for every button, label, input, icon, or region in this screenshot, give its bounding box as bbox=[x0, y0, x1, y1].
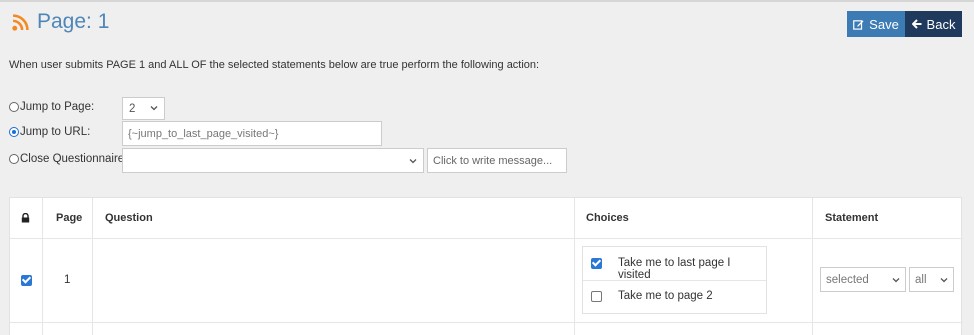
lock-header bbox=[21, 198, 30, 238]
column-header-statement: Statement bbox=[825, 212, 879, 224]
choices-list: Take me to last page I visited Take me t… bbox=[582, 246, 767, 314]
choice-label: Take me to last page I visited bbox=[618, 257, 731, 281]
close-questionnaire-select[interactable] bbox=[122, 148, 424, 173]
jump-to-url-label: Jump to URL: bbox=[20, 126, 91, 138]
scope-select[interactable]: all bbox=[909, 267, 954, 292]
jump-to-page-option[interactable]: Jump to Page: bbox=[9, 101, 94, 113]
message-input[interactable]: Click to write message... bbox=[427, 148, 567, 173]
instruction-text: When user submits PAGE 1 and ALL OF the … bbox=[9, 59, 540, 71]
back-button-label: Back bbox=[926, 16, 956, 32]
save-button-label: Save bbox=[869, 16, 899, 32]
statement-select[interactable]: selected bbox=[820, 267, 906, 292]
jump-to-page-label: Jump to Page: bbox=[20, 101, 95, 113]
close-questionnaire-option[interactable]: Close Questionnaire. bbox=[9, 153, 127, 165]
chevron-down-icon bbox=[150, 106, 158, 111]
column-header-page: Page bbox=[56, 212, 83, 224]
statement-select-value: selected bbox=[826, 273, 869, 286]
top-divider bbox=[0, 0, 974, 2]
row-divider bbox=[10, 322, 963, 323]
header-row-divider bbox=[10, 238, 963, 239]
close-questionnaire-radio[interactable] bbox=[9, 154, 19, 164]
row-page-number: 1 bbox=[64, 274, 71, 286]
jump-url-input[interactable]: {~jump_to_last_page_visited~} bbox=[122, 121, 382, 146]
close-questionnaire-label: Close Questionnaire. bbox=[20, 153, 128, 165]
column-header-question: Question bbox=[105, 212, 153, 224]
page-title: Page: 1 bbox=[37, 10, 110, 33]
choice-item[interactable]: Take me to last page I visited bbox=[583, 247, 766, 281]
column-header-choices: Choices bbox=[586, 212, 629, 224]
chevron-down-icon bbox=[892, 278, 900, 283]
chevron-down-icon bbox=[409, 159, 417, 164]
row-select-checkbox[interactable] bbox=[21, 275, 32, 286]
jump-page-select[interactable]: 2 bbox=[122, 97, 165, 120]
jump-to-url-option[interactable]: Jump to URL: bbox=[9, 126, 90, 138]
column-divider bbox=[812, 198, 813, 335]
back-button[interactable]: Back bbox=[905, 11, 962, 37]
column-divider bbox=[92, 198, 93, 335]
lock-icon bbox=[21, 213, 30, 223]
column-divider bbox=[574, 198, 575, 335]
rss-icon bbox=[12, 13, 29, 31]
jump-to-url-radio[interactable] bbox=[9, 127, 19, 137]
choice-checkbox[interactable] bbox=[591, 258, 602, 269]
arrow-left-icon bbox=[911, 19, 922, 29]
choice-checkbox[interactable] bbox=[591, 291, 602, 302]
chevron-down-icon bbox=[940, 278, 948, 283]
jump-page-select-value: 2 bbox=[129, 102, 136, 115]
column-divider bbox=[42, 198, 43, 335]
jump-to-page-radio[interactable] bbox=[9, 102, 19, 112]
choice-item[interactable]: Take me to page 2 bbox=[583, 281, 766, 314]
page-header: Page: 1 bbox=[12, 10, 109, 34]
scope-select-value: all bbox=[915, 273, 927, 286]
edit-icon bbox=[853, 19, 864, 30]
conditions-table: Page Question Choices Statement 1 Take m… bbox=[9, 197, 963, 335]
choice-label: Take me to page 2 bbox=[618, 290, 713, 302]
save-button[interactable]: Save bbox=[847, 11, 905, 37]
